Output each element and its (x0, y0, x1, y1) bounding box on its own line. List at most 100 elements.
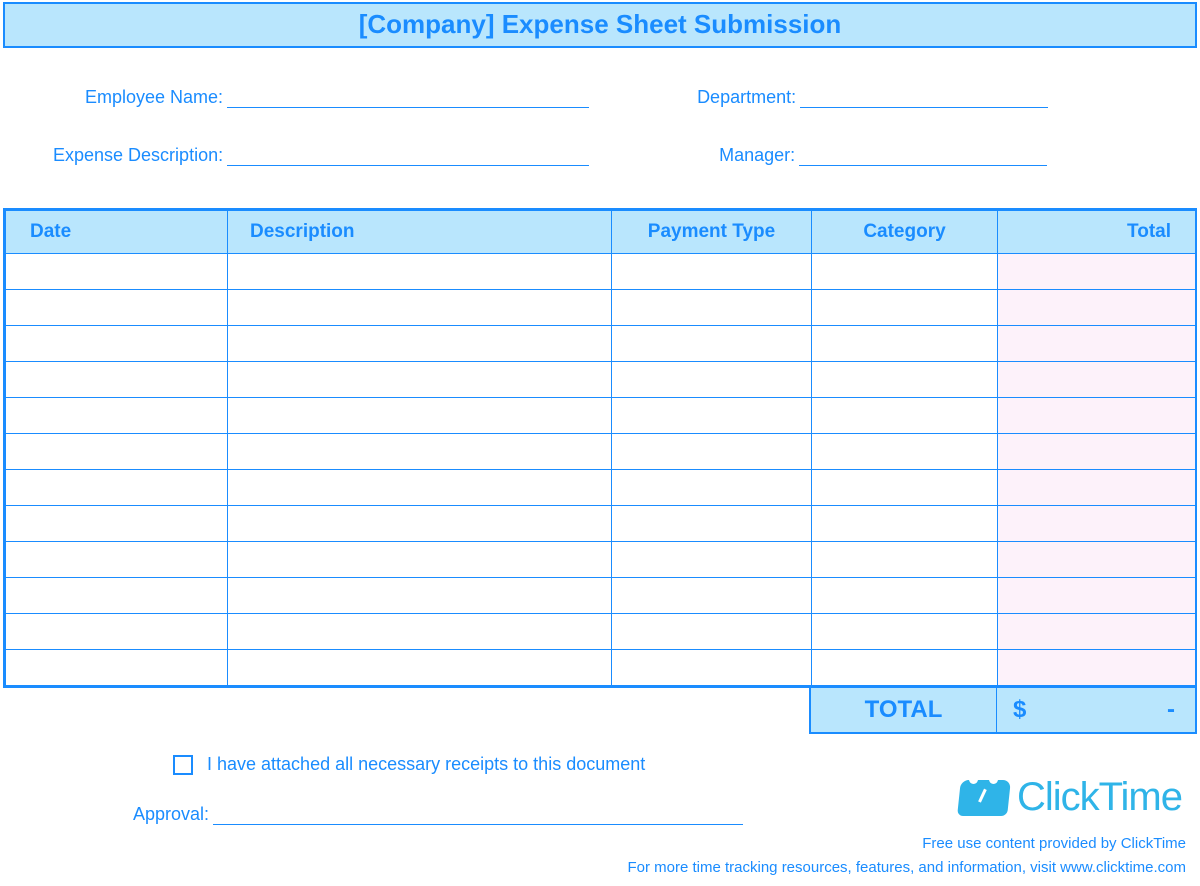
table-cell[interactable] (612, 578, 812, 614)
col-header-date: Date (6, 211, 228, 254)
table-row (6, 506, 1196, 542)
table-cell[interactable] (812, 326, 998, 362)
table-cell[interactable] (6, 650, 228, 686)
expense-table: Date Description Payment Type Category T… (5, 210, 1196, 686)
table-cell[interactable] (612, 542, 812, 578)
grand-total-row: TOTAL $ - (3, 688, 1197, 734)
table-header-row: Date Description Payment Type Category T… (6, 211, 1196, 254)
col-header-category: Category (812, 211, 998, 254)
approval-label: Approval: (133, 804, 213, 825)
table-row (6, 614, 1196, 650)
table-cell[interactable] (812, 614, 998, 650)
table-cell[interactable] (228, 506, 612, 542)
table-cell[interactable] (612, 326, 812, 362)
department-input[interactable] (800, 86, 1048, 108)
table-cell[interactable] (812, 578, 998, 614)
clicktime-logo: ClickTime (959, 775, 1182, 820)
table-cell[interactable] (998, 470, 1196, 506)
info-section: Employee Name: Department: Expense Descr… (3, 48, 1197, 208)
table-cell[interactable] (228, 326, 612, 362)
table-cell[interactable] (612, 650, 812, 686)
table-cell[interactable] (228, 254, 612, 290)
employee-name-label: Employee Name: (85, 87, 227, 108)
department-label: Department: (697, 87, 800, 108)
table-cell[interactable] (998, 254, 1196, 290)
table-cell[interactable] (998, 650, 1196, 686)
expense-description-input[interactable] (227, 144, 589, 166)
table-cell[interactable] (812, 434, 998, 470)
table-cell[interactable] (228, 578, 612, 614)
table-cell[interactable] (228, 542, 612, 578)
table-row (6, 542, 1196, 578)
footer-line-1: Free use content provided by ClickTime (922, 835, 1186, 852)
table-cell[interactable] (6, 470, 228, 506)
table-cell[interactable] (998, 326, 1196, 362)
table-cell[interactable] (6, 578, 228, 614)
manager-input[interactable] (799, 144, 1047, 166)
table-cell[interactable] (612, 506, 812, 542)
table-cell[interactable] (6, 326, 228, 362)
table-cell[interactable] (998, 614, 1196, 650)
table-row (6, 434, 1196, 470)
table-cell[interactable] (612, 398, 812, 434)
table-cell[interactable] (6, 434, 228, 470)
table-cell[interactable] (228, 650, 612, 686)
table-cell[interactable] (612, 290, 812, 326)
table-cell[interactable] (998, 578, 1196, 614)
table-cell[interactable] (812, 470, 998, 506)
table-cell[interactable] (6, 542, 228, 578)
table-cell[interactable] (228, 290, 612, 326)
receipts-checkbox-label: I have attached all necessary receipts t… (207, 754, 645, 775)
table-cell[interactable] (6, 362, 228, 398)
table-cell[interactable] (812, 362, 998, 398)
table-cell[interactable] (6, 614, 228, 650)
clicktime-logo-icon (959, 776, 1011, 820)
table-cell[interactable] (998, 398, 1196, 434)
table-row (6, 362, 1196, 398)
col-header-total: Total (998, 211, 1196, 254)
approval-input[interactable] (213, 803, 743, 825)
table-row (6, 290, 1196, 326)
title-bar: [Company] Expense Sheet Submission (3, 2, 1197, 48)
table-cell[interactable] (998, 434, 1196, 470)
grand-total-value: $ - (997, 688, 1195, 732)
table-cell[interactable] (6, 290, 228, 326)
table-row (6, 650, 1196, 686)
grand-total-amount: - (1167, 696, 1175, 724)
table-cell[interactable] (228, 434, 612, 470)
table-cell[interactable] (6, 506, 228, 542)
clicktime-logo-text: ClickTime (1017, 775, 1182, 820)
manager-label: Manager: (719, 145, 799, 166)
table-cell[interactable] (612, 362, 812, 398)
table-row (6, 254, 1196, 290)
table-cell[interactable] (612, 614, 812, 650)
table-cell[interactable] (998, 542, 1196, 578)
table-cell[interactable] (228, 470, 612, 506)
table-row (6, 398, 1196, 434)
table-cell[interactable] (228, 398, 612, 434)
table-cell[interactable] (812, 254, 998, 290)
receipts-checkbox[interactable] (173, 755, 193, 775)
table-cell[interactable] (812, 506, 998, 542)
table-cell[interactable] (998, 506, 1196, 542)
employee-name-input[interactable] (227, 86, 589, 108)
table-cell[interactable] (6, 254, 228, 290)
table-cell[interactable] (612, 470, 812, 506)
table-cell[interactable] (812, 290, 998, 326)
table-cell[interactable] (612, 434, 812, 470)
table-cell[interactable] (228, 362, 612, 398)
table-row (6, 326, 1196, 362)
table-cell[interactable] (812, 398, 998, 434)
table-cell[interactable] (812, 542, 998, 578)
grand-total-currency: $ (1013, 696, 1026, 724)
table-cell[interactable] (998, 290, 1196, 326)
col-header-description: Description (228, 211, 612, 254)
table-cell[interactable] (998, 362, 1196, 398)
footer-line-2: For more time tracking resources, featur… (627, 859, 1186, 876)
table-cell[interactable] (228, 614, 612, 650)
expense-table-wrap: Date Description Payment Type Category T… (3, 208, 1197, 688)
table-cell[interactable] (812, 650, 998, 686)
table-cell[interactable] (6, 398, 228, 434)
table-cell[interactable] (612, 254, 812, 290)
col-header-payment-type: Payment Type (612, 211, 812, 254)
